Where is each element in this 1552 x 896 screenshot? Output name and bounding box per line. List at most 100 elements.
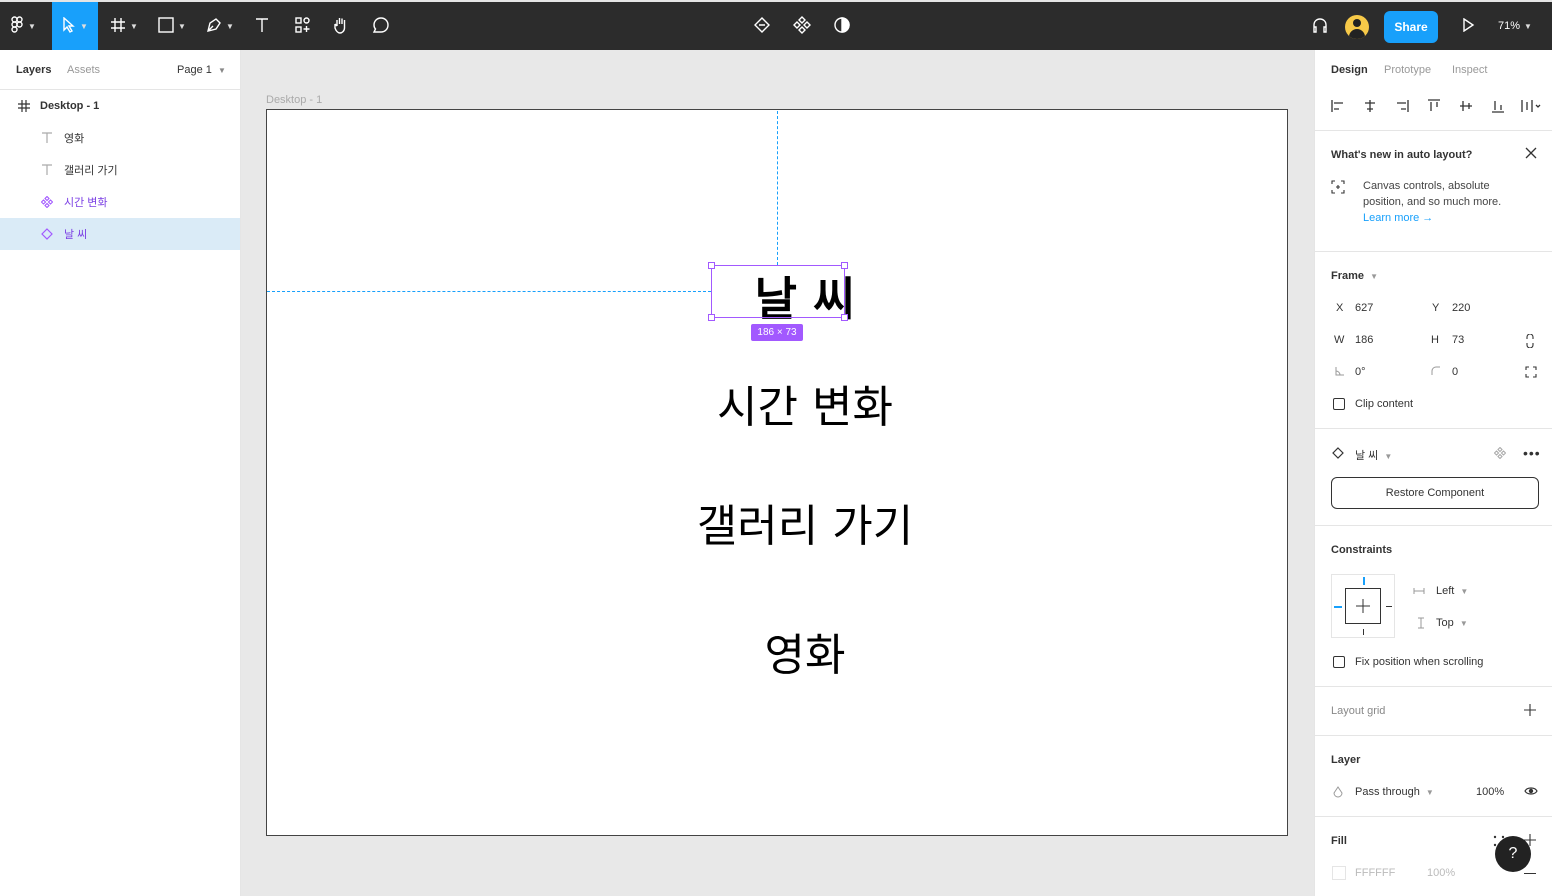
help-button[interactable]: ? xyxy=(1495,836,1531,872)
layout-grid-title: Layout grid xyxy=(1331,705,1386,717)
tab-design[interactable]: Design xyxy=(1331,64,1368,76)
x-label: X xyxy=(1336,302,1344,314)
fill-opacity-input[interactable]: 100% xyxy=(1427,867,1455,879)
avatar[interactable] xyxy=(1345,15,1369,39)
layout-grid-section: Layout grid xyxy=(1315,687,1552,736)
hand-tool-button[interactable] xyxy=(328,2,354,50)
layer-row-desktop-1[interactable]: Desktop - 1 xyxy=(0,90,240,122)
frame-label[interactable]: Desktop - 1 xyxy=(266,94,322,106)
x-input[interactable]: 627 xyxy=(1355,302,1373,314)
time-change-text[interactable]: 시간 변화 xyxy=(665,371,945,435)
chevron-down-icon: ▼ xyxy=(226,21,234,31)
instance-selector[interactable]: 날 씨 ▼ xyxy=(1355,447,1392,463)
resize-handle-bottom-right[interactable] xyxy=(841,314,848,321)
resize-handle-top-left[interactable] xyxy=(708,262,715,269)
tab-inspect[interactable]: Inspect xyxy=(1452,64,1487,76)
w-input[interactable]: 186 xyxy=(1355,334,1373,346)
present-button[interactable] xyxy=(1456,2,1480,50)
align-bottom-icon[interactable] xyxy=(1490,98,1506,114)
h-input[interactable]: 73 xyxy=(1452,334,1464,346)
tab-layers[interactable]: Layers xyxy=(16,64,51,76)
more-options-icon[interactable]: ••• xyxy=(1523,445,1541,461)
fill-swatch[interactable] xyxy=(1332,866,1346,880)
shape-tool-button[interactable]: ▼ xyxy=(152,2,192,50)
remove-fill-icon[interactable] xyxy=(1524,873,1536,874)
layer-row-weather[interactable]: 날 씨 xyxy=(0,218,240,250)
add-layout-grid-icon[interactable] xyxy=(1524,704,1536,719)
canvas[interactable]: Desktop - 1 날 씨 시간 변화 갤러리 가기 영화 186 × 73 xyxy=(241,50,1314,896)
page-selector[interactable]: Page 1 ▼ xyxy=(177,64,226,76)
mask-button[interactable] xyxy=(830,2,854,50)
y-input[interactable]: 220 xyxy=(1452,302,1470,314)
component-actions-button[interactable] xyxy=(750,2,774,50)
resize-handle-top-right[interactable] xyxy=(841,262,848,269)
corner-radius-input[interactable]: 0 xyxy=(1452,366,1458,378)
align-right-icon[interactable] xyxy=(1394,98,1410,114)
constraints-section: Constraints Left ▼ Top ▼ Fix position wh… xyxy=(1315,526,1552,687)
horizontal-constraint-select[interactable]: Left ▼ xyxy=(1436,585,1468,597)
layer-row-time-change[interactable]: 시간 변화 xyxy=(0,186,240,218)
design-tabs-section: Design Prototype Inspect xyxy=(1315,50,1552,131)
gallery-text[interactable]: 갤러리 가기 xyxy=(645,490,965,554)
constraint-top-active[interactable] xyxy=(1363,577,1365,585)
frame-tool-button[interactable]: ▼ xyxy=(104,2,144,50)
go-to-main-component-icon[interactable] xyxy=(1493,446,1507,462)
pen-tool-button[interactable]: ▼ xyxy=(200,2,240,50)
vertical-constraint-select[interactable]: Top ▼ xyxy=(1436,617,1468,629)
align-top-icon[interactable] xyxy=(1426,98,1442,114)
eye-icon[interactable] xyxy=(1524,786,1538,799)
learn-more-link[interactable]: Learn more → xyxy=(1363,212,1433,224)
main-menu-button[interactable]: ▼ xyxy=(0,2,46,50)
headphones-icon xyxy=(1311,16,1329,37)
constraints-widget[interactable] xyxy=(1331,574,1395,638)
hand-icon xyxy=(333,16,349,37)
tab-prototype[interactable]: Prototype xyxy=(1384,64,1431,76)
layer-label: 갤러리 가기 xyxy=(64,165,118,177)
comment-icon xyxy=(372,16,390,37)
movie-text[interactable]: 영화 xyxy=(685,619,925,683)
resources-tool-button[interactable] xyxy=(290,2,316,50)
clip-content-checkbox[interactable] xyxy=(1333,398,1345,410)
layer-row-movie[interactable]: 영화 xyxy=(0,122,240,154)
chevron-down-icon: ▼ xyxy=(178,21,186,31)
design-panel: Design Prototype Inspect What's new in a… xyxy=(1314,50,1552,896)
restore-component-button[interactable]: Restore Component xyxy=(1331,477,1539,509)
move-tool-button[interactable]: ▼ xyxy=(52,2,98,50)
resize-handle-bottom-left[interactable] xyxy=(708,314,715,321)
notice-body-line2: position, and so much more. xyxy=(1363,196,1502,208)
fix-position-checkbox[interactable] xyxy=(1333,656,1345,668)
text-tool-button[interactable] xyxy=(250,2,274,50)
independent-corners-icon[interactable] xyxy=(1525,366,1537,381)
comment-tool-button[interactable] xyxy=(368,2,394,50)
constraint-bottom[interactable] xyxy=(1363,629,1364,635)
align-left-icon[interactable] xyxy=(1330,98,1346,114)
constraint-right[interactable] xyxy=(1386,606,1392,607)
frame-section: Frame ▼ X 627 Y 220 W 186 H 73 0° 0 Clip… xyxy=(1315,252,1552,429)
create-component-button[interactable] xyxy=(790,2,814,50)
constraint-left-active[interactable] xyxy=(1334,606,1342,608)
align-vertical-center-icon[interactable] xyxy=(1458,98,1474,114)
selection-box[interactable] xyxy=(708,262,848,321)
audio-button[interactable] xyxy=(1308,2,1332,50)
text-layer-icon xyxy=(40,131,54,145)
layer-row-gallery[interactable]: 갤러리 가기 xyxy=(0,154,240,186)
frame-title[interactable]: Frame ▼ xyxy=(1331,270,1378,282)
align-horizontal-center-icon[interactable] xyxy=(1362,98,1378,114)
measure-guide-vertical xyxy=(777,111,778,265)
layers-tabs: Layers Assets Page 1 ▼ xyxy=(0,50,240,90)
rectangle-icon xyxy=(158,16,174,36)
fill-hex-input[interactable]: FFFFFF xyxy=(1355,867,1395,879)
tab-assets[interactable]: Assets xyxy=(67,64,100,76)
share-button[interactable]: Share xyxy=(1384,11,1438,43)
chevron-down-icon: ▼ xyxy=(1524,21,1532,31)
layer-label: 영화 xyxy=(64,133,85,145)
close-icon[interactable] xyxy=(1525,147,1537,162)
zoom-dropdown[interactable]: 71% ▼ xyxy=(1498,2,1532,50)
constrain-proportions-icon[interactable] xyxy=(1525,333,1535,351)
instance-icon xyxy=(40,227,54,241)
blend-mode-select[interactable]: Pass through ▼ xyxy=(1355,786,1434,798)
layer-opacity-input[interactable]: 100% xyxy=(1476,786,1504,798)
distribute-icon[interactable] xyxy=(1520,98,1544,114)
rotation-input[interactable]: 0° xyxy=(1355,366,1366,378)
layer-label: Desktop - 1 xyxy=(40,100,100,112)
